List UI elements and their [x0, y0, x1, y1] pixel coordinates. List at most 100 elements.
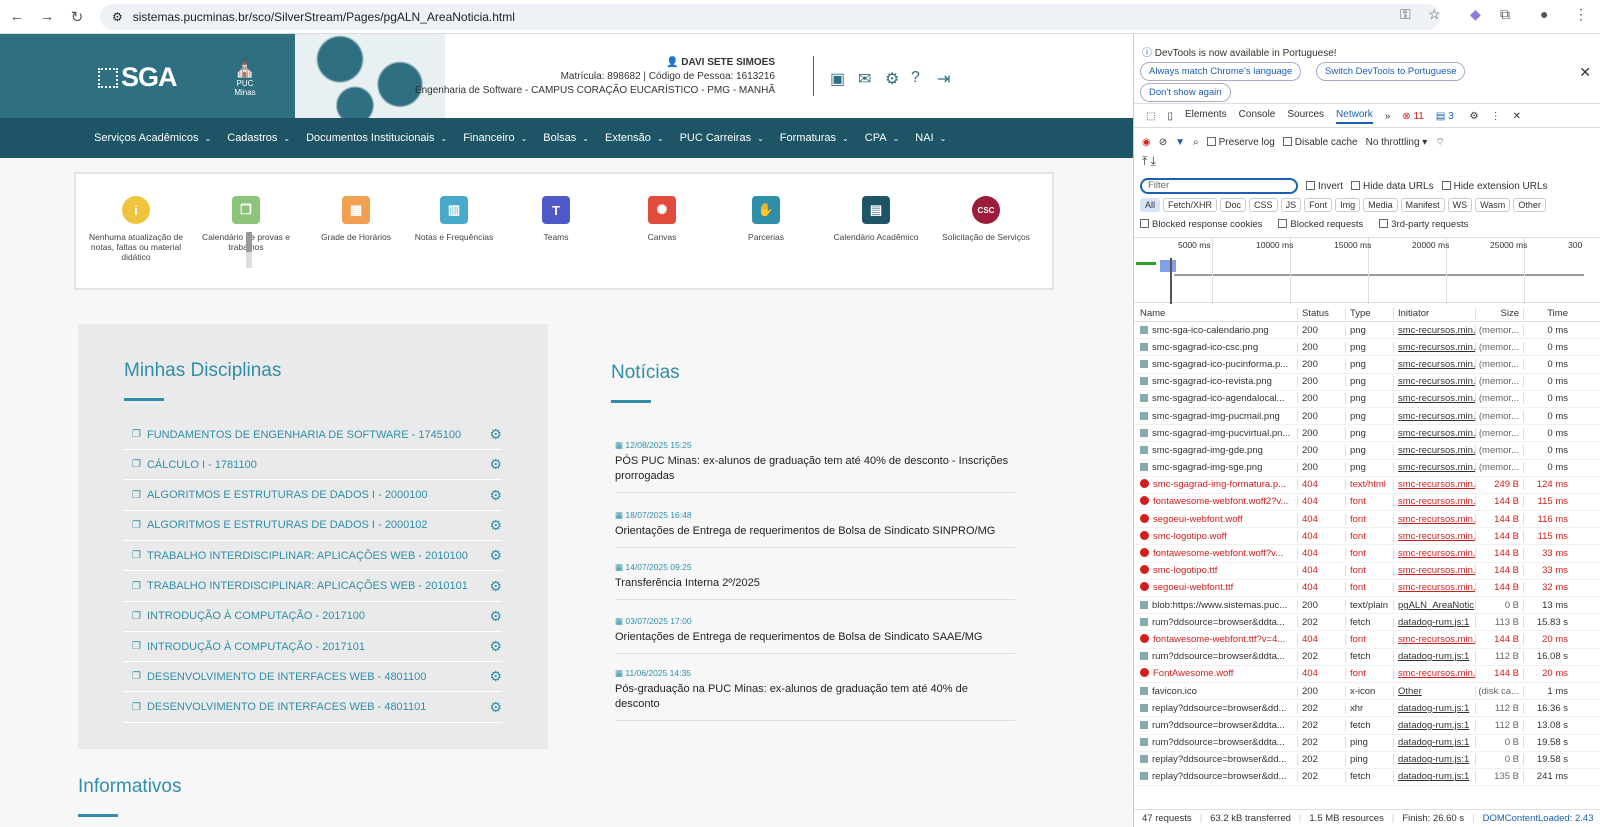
- filter-icon[interactable]: ▼: [1175, 137, 1185, 148]
- request-initiator[interactable]: smc-recursos.min.: [1394, 633, 1476, 645]
- filter-input[interactable]: Filter: [1140, 178, 1298, 194]
- menu-item[interactable]: PUC Carreiras ⌄: [680, 132, 764, 144]
- scroll-indicator[interactable]: [246, 232, 252, 268]
- disciplina-row[interactable]: ❐ DESENVOLVIMENTO DE INTERFACES WEB - 480…: [124, 662, 502, 693]
- hide-ext-checkbox[interactable]: Hide extension URLs: [1441, 180, 1548, 192]
- request-initiator[interactable]: pgALN_AreaNotic: [1394, 599, 1476, 611]
- throttling-select[interactable]: No throttling ▾: [1366, 137, 1428, 148]
- disciplina-row[interactable]: ❐ FUNDAMENTOS DE ENGENHARIA DE SOFTWARE -…: [124, 420, 502, 450]
- network-row[interactable]: rum?ddsource=browser&ddta... 202 fetch data…: [1134, 614, 1600, 632]
- network-row[interactable]: smc-sgagrad-ico-csc.png 200 png smc-recurso…: [1134, 339, 1600, 357]
- shortcut-2[interactable]: ▦ Grade de Horários: [308, 196, 404, 242]
- menu-item[interactable]: Financeiro ⌄: [463, 132, 527, 144]
- column-header[interactable]: Size: [1476, 307, 1524, 319]
- network-row[interactable]: smc-sgagrad-img-pucmail.png 200 png smc-rec…: [1134, 408, 1600, 426]
- network-row[interactable]: smc-sgagrad-ico-revista.png 200 png smc-rec…: [1134, 374, 1600, 391]
- third-party-checkbox[interactable]: 3rd-party requests: [1379, 219, 1468, 230]
- network-row[interactable]: replay?ddsource=browser&dd... 202 fetch dat…: [1134, 769, 1600, 787]
- network-row[interactable]: smc-sgagrad-img-sge.png 200 png smc-recurso…: [1134, 460, 1600, 477]
- network-row[interactable]: segoeui-webfont.ttf 404 font smc-recursos.m…: [1134, 580, 1600, 597]
- logout-icon[interactable]: ⇥: [937, 69, 950, 89]
- disciplina-row[interactable]: ❐ ALGORITMOS E ESTRUTURAS DE DADOS I - 20…: [124, 481, 502, 511]
- gear-icon[interactable]: ⚙: [489, 456, 502, 473]
- forward-icon[interactable]: →: [34, 4, 60, 30]
- shortcut-0[interactable]: i Nenhuma atualização de notas, faltas ou…: [88, 196, 184, 262]
- dont-show-button[interactable]: Don't show again: [1140, 83, 1231, 102]
- gear-icon[interactable]: ⚙: [885, 69, 899, 89]
- column-header[interactable]: Time: [1524, 308, 1574, 319]
- request-initiator[interactable]: datadog-rum.js:1: [1394, 719, 1476, 731]
- hide-data-checkbox[interactable]: Hide data URLs: [1351, 180, 1434, 192]
- wifi-icon[interactable]: ⌔: [1435, 136, 1444, 149]
- disciplina-row[interactable]: ❐ TRABALHO INTERDISCIPLINAR: APLICAÇÕES W…: [124, 541, 502, 572]
- help-icon[interactable]: ?: [911, 69, 920, 87]
- type-filter-font[interactable]: Font: [1304, 198, 1333, 212]
- request-initiator[interactable]: datadog-rum.js:1: [1394, 771, 1476, 783]
- network-row[interactable]: smc-sgagrad-img-gde.png 200 png smc-recurso…: [1134, 442, 1600, 460]
- request-initiator[interactable]: datadog-rum.js:1: [1394, 754, 1476, 766]
- network-row[interactable]: smc-sgagrad-img-formatura.p... 404 text/ht…: [1134, 477, 1600, 494]
- request-initiator[interactable]: smc-recursos.min.: [1394, 668, 1476, 680]
- menu-item[interactable]: Documentos Institucionais ⌄: [306, 132, 447, 144]
- request-initiator[interactable]: smc-recursos.min.: [1394, 530, 1476, 542]
- blocked-cookies-checkbox[interactable]: Blocked response cookies: [1140, 219, 1262, 230]
- gear-icon[interactable]: ⚙: [489, 638, 502, 655]
- type-filter-css[interactable]: CSS: [1249, 198, 1278, 212]
- shortcut-3[interactable]: ▥ Notas e Frequências: [406, 196, 502, 242]
- request-initiator[interactable]: smc-recursos.min.: [1394, 324, 1476, 336]
- news-item[interactable]: ▦ 18/07/2025 16:48 Orientações de Entrega…: [615, 510, 1015, 548]
- puzzle-icon[interactable]: ⧉: [1500, 6, 1510, 23]
- message-count[interactable]: ▤ 3: [1436, 111, 1454, 122]
- avatar[interactable]: ●: [1540, 6, 1548, 22]
- disable-cache-checkbox[interactable]: Disable cache: [1282, 136, 1358, 148]
- blocked-requests-checkbox[interactable]: Blocked requests: [1278, 219, 1363, 230]
- column-header[interactable]: Status: [1298, 307, 1346, 319]
- search-icon[interactable]: ⌕: [1193, 137, 1199, 148]
- site-info-icon[interactable]: ⚙: [112, 10, 123, 24]
- shortcut-6[interactable]: ✋ Parcerias: [718, 196, 814, 242]
- request-initiator[interactable]: smc-recursos.min.: [1394, 410, 1476, 422]
- reload-icon[interactable]: ↻: [64, 4, 90, 30]
- request-initiator[interactable]: datadog-rum.js:1: [1394, 651, 1476, 663]
- network-row[interactable]: replay?ddsource=browser&dd... 202 xhr datad…: [1134, 700, 1600, 718]
- request-initiator[interactable]: smc-recursos.min.: [1394, 479, 1476, 491]
- network-row[interactable]: favicon.ico 200 x-icon Other (disk ca... 1 ms: [1134, 683, 1600, 701]
- request-initiator[interactable]: smc-recursos.min.: [1394, 341, 1476, 353]
- network-timeline[interactable]: 5000 ms 10000 ms 15000 ms 20000 ms 25000 ms 3…: [1134, 237, 1600, 304]
- disciplina-row[interactable]: ❐ INTRODUÇÃO À COMPUTAÇÃO - 2017100 ⚙: [124, 602, 502, 632]
- type-filter-all[interactable]: All: [1140, 198, 1161, 212]
- key-icon[interactable]: ⚿: [1400, 6, 1411, 23]
- column-header[interactable]: Initiator: [1394, 307, 1476, 319]
- request-initiator[interactable]: smc-recursos.min.: [1394, 462, 1476, 474]
- network-row[interactable]: rum?ddsource=browser&ddta... 202 ping datad…: [1134, 735, 1600, 752]
- network-row[interactable]: fontawesome-webfont.ttf?v=4... 404 font smc…: [1134, 631, 1600, 649]
- star-icon[interactable]: ☆: [1428, 6, 1441, 23]
- request-initiator[interactable]: smc-recursos.min.: [1394, 427, 1476, 439]
- tab-network[interactable]: Network: [1336, 109, 1373, 124]
- menu-item[interactable]: Formaturas ⌄: [780, 132, 849, 144]
- type-filter-img[interactable]: Img: [1335, 198, 1361, 212]
- error-count[interactable]: ⊗ 11: [1402, 111, 1424, 122]
- request-initiator[interactable]: smc-recursos.min.: [1394, 548, 1476, 560]
- menu-item[interactable]: CPA ⌄: [865, 132, 900, 144]
- tab-elements[interactable]: Elements: [1185, 109, 1227, 124]
- network-row[interactable]: FontAwesome.woff 404 font smc-recursos.min.…: [1134, 666, 1600, 683]
- sga-logo[interactable]: SGA: [98, 62, 178, 93]
- network-row[interactable]: fontawesome-webfont.woff?v... 404 font smc-…: [1134, 545, 1600, 563]
- gear-icon[interactable]: ⚙: [489, 608, 502, 625]
- upload-icon[interactable]: ⤒: [1142, 154, 1147, 168]
- disciplina-row[interactable]: ❐ DESENVOLVIMENTO DE INTERFACES WEB - 480…: [124, 693, 502, 723]
- shortcut-4[interactable]: T Teams: [508, 196, 604, 242]
- request-initiator[interactable]: smc-recursos.min.: [1394, 582, 1476, 594]
- match-language-button[interactable]: Always match Chrome's language: [1140, 62, 1302, 81]
- type-filter-ws[interactable]: WS: [1447, 198, 1473, 212]
- request-initiator[interactable]: smc-recursos.min.: [1394, 393, 1476, 405]
- network-row[interactable]: segoeui-webfont.woff 404 font smc-recursos.…: [1134, 511, 1600, 529]
- tab-sources[interactable]: Sources: [1287, 109, 1324, 124]
- disciplina-row[interactable]: ❐ INTRODUÇÃO À COMPUTAÇÃO - 2017101 ⚙: [124, 632, 502, 663]
- request-initiator[interactable]: smc-recursos.min.: [1394, 358, 1476, 370]
- close-icon[interactable]: ✕: [1579, 64, 1591, 81]
- network-row[interactable]: fontawesome-webfont.woff2?v... 404 font smc…: [1134, 494, 1600, 512]
- gear-icon[interactable]: ⚙: [489, 547, 502, 564]
- network-row[interactable]: rum?ddsource=browser&ddta... 202 fetch data…: [1134, 649, 1600, 666]
